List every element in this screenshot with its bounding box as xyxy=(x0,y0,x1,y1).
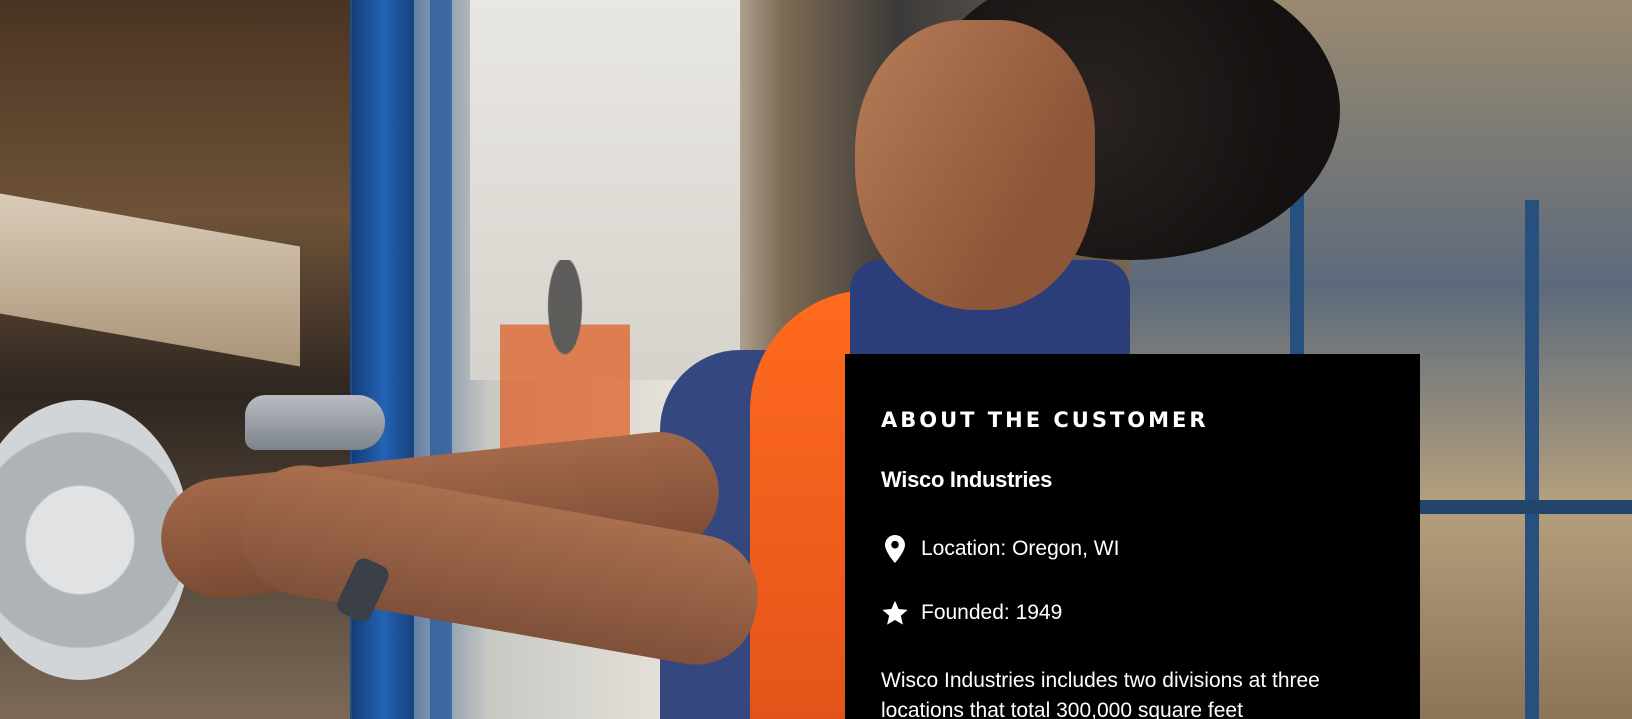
founded-text: Founded: 1949 xyxy=(921,601,1063,624)
company-name: Wisco Industries xyxy=(881,467,1053,492)
worker-face xyxy=(855,20,1095,310)
location-fact: Location: Oregon, WI xyxy=(881,534,1119,564)
location-text: Location: Oregon, WI xyxy=(921,537,1120,560)
hero-section: ABOUT THE CUSTOMER Wisco Industries Loca… xyxy=(0,0,1632,719)
map-pin-icon xyxy=(881,534,909,564)
card-heading: ABOUT THE CUSTOMER xyxy=(881,408,1209,432)
customer-info-card: ABOUT THE CUSTOMER Wisco Industries Loca… xyxy=(845,354,1420,719)
barcode-scanner xyxy=(245,395,385,450)
founded-fact: Founded: 1949 xyxy=(881,598,1062,628)
company-description: Wisco Industries includes two divisions … xyxy=(881,669,1320,719)
star-icon xyxy=(881,598,909,628)
right-rack-post-far xyxy=(1525,200,1539,719)
